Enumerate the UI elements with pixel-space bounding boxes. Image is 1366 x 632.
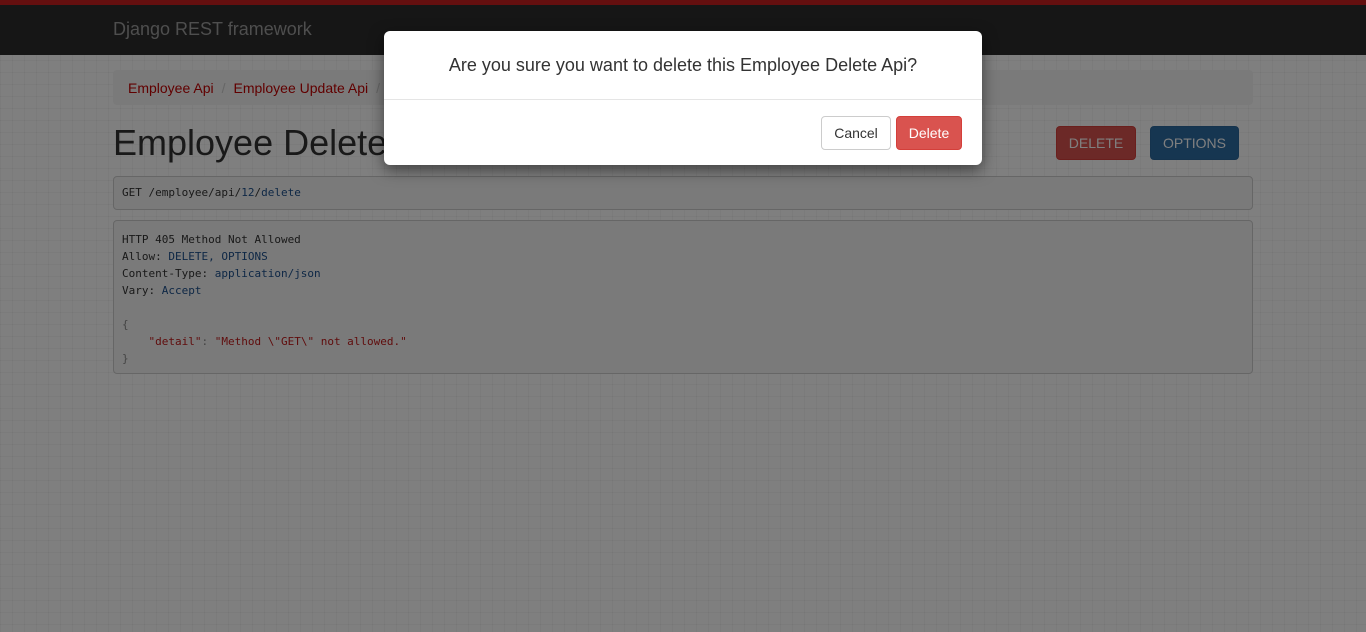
delete-confirm-modal: Are you sure you want to delete this Emp… [384,31,982,165]
modal-title: Are you sure you want to delete this Emp… [448,54,918,75]
confirm-delete-button[interactable]: Delete [896,116,962,150]
cancel-button[interactable]: Cancel [821,116,891,150]
modal-header: Are you sure you want to delete this Emp… [384,31,982,100]
